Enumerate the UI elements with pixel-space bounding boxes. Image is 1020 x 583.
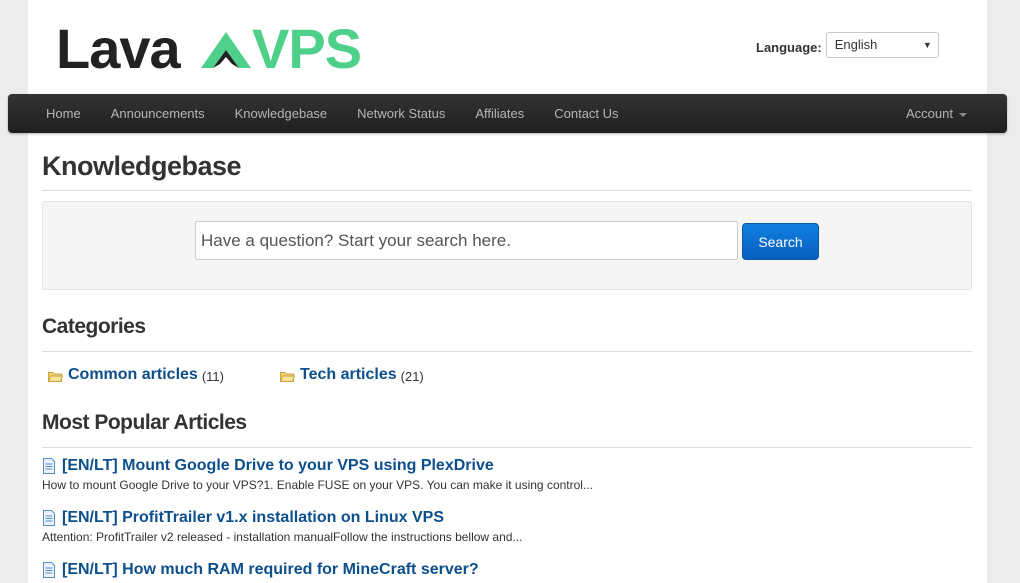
nav-menu: Home Announcements Knowledgebase Network… bbox=[31, 94, 634, 133]
nav-item-home[interactable]: Home bbox=[31, 94, 96, 133]
category-count: (21) bbox=[400, 368, 424, 384]
nav-item-affiliates[interactable]: Affiliates bbox=[460, 94, 539, 133]
nav-account-label: Account bbox=[906, 106, 953, 121]
logo-text-lava: Lava bbox=[56, 20, 181, 74]
logo-mountain-icon bbox=[201, 32, 251, 68]
category-link-tech-articles[interactable]: Tech articles bbox=[300, 366, 397, 384]
document-icon bbox=[43, 562, 55, 578]
popular-divider bbox=[42, 447, 972, 448]
search-button[interactable]: Search bbox=[742, 223, 819, 260]
category-item: Tech articles (21) bbox=[280, 366, 424, 384]
title-divider bbox=[42, 190, 972, 191]
folder-open-icon bbox=[280, 371, 295, 382]
folder-open-icon bbox=[48, 371, 63, 382]
article-title-row: [EN/LT] How much RAM required for MineCr… bbox=[42, 561, 479, 579]
nav-item-knowledgebase[interactable]: Knowledgebase bbox=[220, 94, 343, 133]
document-icon bbox=[43, 458, 55, 474]
category-link-common-articles[interactable]: Common articles bbox=[68, 366, 198, 384]
article-title-row: [EN/LT] ProfitTrailer v1.x installation … bbox=[42, 509, 522, 527]
popular-articles-heading: Most Popular Articles bbox=[42, 411, 247, 434]
language-dropdown[interactable]: English ▼ bbox=[825, 32, 939, 58]
list-item: [EN/LT] ProfitTrailer v1.x installation … bbox=[42, 509, 522, 544]
categories-divider bbox=[42, 351, 972, 352]
nav-item-announcements[interactable]: Announcements bbox=[96, 94, 220, 133]
article-excerpt: How to mount Google Drive to your VPS?1.… bbox=[42, 478, 593, 492]
caret-down-icon bbox=[959, 112, 967, 117]
article-link[interactable]: [EN/LT] ProfitTrailer v1.x installation … bbox=[62, 509, 444, 527]
list-item: [EN/LT] How much RAM required for MineCr… bbox=[42, 561, 479, 579]
page-title: Knowledgebase bbox=[42, 151, 242, 181]
page-container: Lava VPS Language: English ▼ bbox=[28, 0, 987, 583]
article-excerpt: Attention: ProfitTrailer v2 released - i… bbox=[42, 530, 523, 544]
main-navbar: Home Announcements Knowledgebase Network… bbox=[8, 94, 1007, 133]
nav-item-contact-us[interactable]: Contact Us bbox=[539, 94, 633, 133]
list-item: [EN/LT] Mount Google Drive to your VPS u… bbox=[42, 457, 593, 492]
language-selector: Language: English ▼ bbox=[756, 31, 939, 59]
logo-text-vps: VPS bbox=[252, 20, 361, 74]
article-link[interactable]: [EN/LT] Mount Google Drive to your VPS u… bbox=[62, 457, 494, 475]
nav-item-network-status[interactable]: Network Status bbox=[342, 94, 460, 133]
lavavps-logo[interactable]: Lava VPS bbox=[56, 20, 376, 74]
search-input[interactable] bbox=[195, 221, 738, 260]
language-selected-value: English bbox=[834, 37, 878, 52]
article-link[interactable]: [EN/LT] How much RAM required for MineCr… bbox=[62, 561, 479, 579]
article-title-row: [EN/LT] Mount Google Drive to your VPS u… bbox=[42, 457, 593, 475]
language-label: Language: bbox=[756, 39, 822, 55]
dropdown-arrow-icon: ▼ bbox=[922, 40, 932, 50]
document-icon bbox=[43, 510, 55, 526]
nav-account-dropdown[interactable]: Account bbox=[906, 94, 967, 133]
categories-heading: Categories bbox=[42, 315, 146, 338]
category-item: Common articles (11) bbox=[48, 366, 224, 384]
search-panel: Search bbox=[42, 201, 972, 290]
category-count: (11) bbox=[201, 368, 224, 384]
